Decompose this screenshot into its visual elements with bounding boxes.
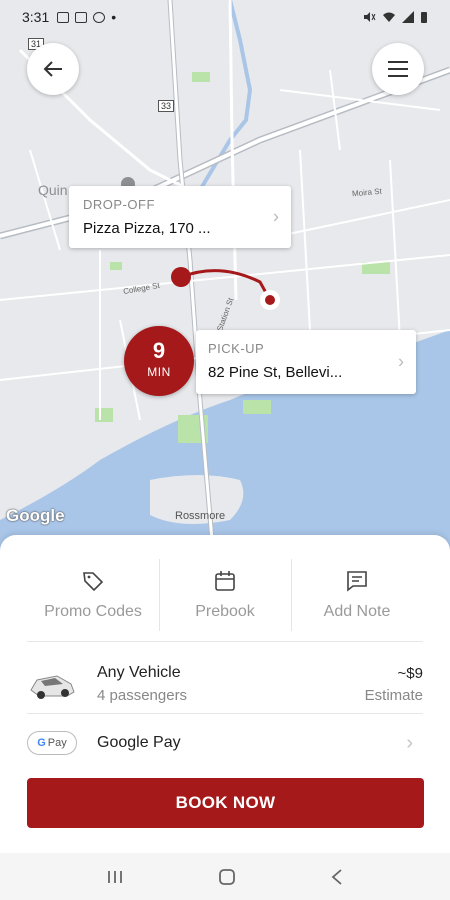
payment-label: Google Pay	[97, 734, 181, 751]
prebook-label: Prebook	[195, 603, 255, 620]
dropoff-address: Pizza Pizza, 170 ...	[83, 220, 211, 237]
status-bar: 3:31 •	[0, 0, 450, 34]
vehicle-info: Any Vehicle 4 passengers	[97, 664, 187, 704]
notification-icons: •	[57, 9, 116, 25]
back-nav-icon[interactable]	[330, 868, 344, 886]
vehicle-subtitle: 4 passengers	[97, 687, 188, 704]
calendar-icon	[215, 571, 235, 591]
vehicle-row[interactable]: Any Vehicle 4 passengers ~$9 Estimate	[27, 653, 423, 715]
car-icon	[30, 675, 75, 699]
eta-value: 9	[152, 338, 166, 363]
menu-button[interactable]	[372, 43, 424, 95]
google-pay-icon: G Pay	[27, 731, 77, 755]
divider	[27, 713, 423, 714]
battery-icon	[421, 11, 427, 23]
system-indicators	[362, 11, 428, 24]
mute-icon	[364, 12, 376, 22]
tag-icon	[83, 572, 104, 592]
pickup-card[interactable]: PICK-UP 82 Pine St, Bellevi... ›	[196, 330, 416, 394]
back-button[interactable]	[27, 43, 79, 95]
add-note-button[interactable]: Add Note	[291, 555, 423, 635]
vehicle-title: Any Vehicle	[97, 664, 181, 681]
camera-icon	[93, 11, 106, 23]
booking-sheet: Promo Codes Prebook Add Note Any Vehicle…	[0, 535, 450, 853]
recents-icon[interactable]	[106, 869, 124, 885]
chevron-right-icon: ›	[406, 731, 413, 754]
map-label-quinte: Quin	[38, 182, 68, 198]
arrow-left-icon	[43, 61, 62, 77]
add-note-label: Add Note	[323, 603, 391, 620]
message-icon	[347, 571, 367, 592]
status-dot: •	[111, 9, 117, 25]
book-now-button[interactable]: BOOK NOW	[27, 778, 424, 828]
dropoff-caption: DROP-OFF	[83, 197, 155, 212]
promo-codes-label: Promo Codes	[44, 603, 142, 620]
home-icon[interactable]	[217, 867, 237, 887]
prebook-button[interactable]: Prebook	[159, 555, 291, 635]
mail-icon	[75, 11, 88, 23]
chevron-right-icon: ›	[398, 351, 404, 372]
gallery-icon	[57, 11, 70, 23]
map-shield-33: 33	[158, 100, 175, 112]
fare-estimate: ~$9 Estimate	[365, 665, 423, 704]
fare-amount: ~$9	[397, 664, 423, 682]
signal-icon	[402, 11, 414, 23]
wifi-icon	[383, 12, 395, 22]
map-label-rossmore: Rossmore	[175, 510, 226, 522]
dropoff-card[interactable]: DROP-OFF Pizza Pizza, 170 ... ›	[69, 186, 291, 248]
chevron-right-icon: ›	[273, 206, 279, 227]
divider	[27, 641, 423, 642]
eta-badge: 9 MIN	[124, 326, 194, 396]
hamburger-icon	[388, 61, 408, 77]
system-nav-bar	[0, 853, 450, 900]
booking-options: Promo Codes Prebook Add Note	[27, 555, 423, 635]
promo-codes-button[interactable]: Promo Codes	[27, 555, 159, 635]
status-time: 3:31	[22, 9, 50, 25]
fare-note: Estimate	[364, 686, 423, 704]
eta-unit: MIN	[147, 365, 171, 379]
payment-row[interactable]: G Pay Google Pay ›	[27, 725, 423, 761]
pickup-caption: PICK-UP	[208, 341, 265, 356]
google-attribution: Google	[6, 506, 65, 525]
pickup-address: 82 Pine St, Bellevi...	[208, 364, 343, 381]
